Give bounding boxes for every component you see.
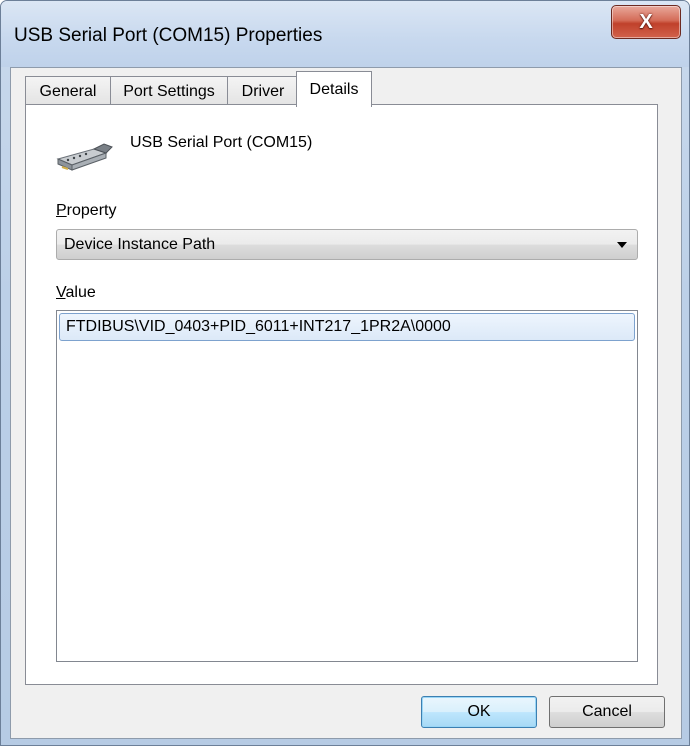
tab-driver[interactable]: Driver	[227, 76, 299, 106]
title-bar: USB Serial Port (COM15) Properties X	[1, 1, 689, 67]
cancel-button[interactable]: Cancel	[549, 696, 665, 728]
window-title: USB Serial Port (COM15) Properties	[14, 25, 323, 46]
property-dropdown[interactable]: Device Instance Path	[56, 229, 638, 260]
property-label: Property	[56, 202, 117, 219]
tab-general[interactable]: General	[25, 76, 111, 106]
device-name: USB Serial Port (COM15)	[130, 134, 313, 151]
close-icon: X	[639, 11, 653, 33]
value-label: Value	[56, 284, 96, 301]
property-selected-value: Device Instance Path	[64, 236, 216, 253]
serial-port-connector-icon	[56, 143, 113, 171]
value-text: FTDIBUS\VID_0403+PID_6011+INT217_1PR2A\0…	[66, 318, 451, 335]
ok-button[interactable]: OK	[421, 696, 537, 728]
tab-port-settings[interactable]: Port Settings	[110, 76, 228, 106]
chevron-down-icon	[617, 242, 627, 248]
value-list[interactable]: FTDIBUS\VID_0403+PID_6011+INT217_1PR2A\0…	[56, 310, 638, 662]
tab-details[interactable]: Details	[296, 71, 372, 107]
list-item[interactable]: FTDIBUS\VID_0403+PID_6011+INT217_1PR2A\0…	[59, 313, 635, 341]
close-button[interactable]: X	[611, 5, 681, 39]
